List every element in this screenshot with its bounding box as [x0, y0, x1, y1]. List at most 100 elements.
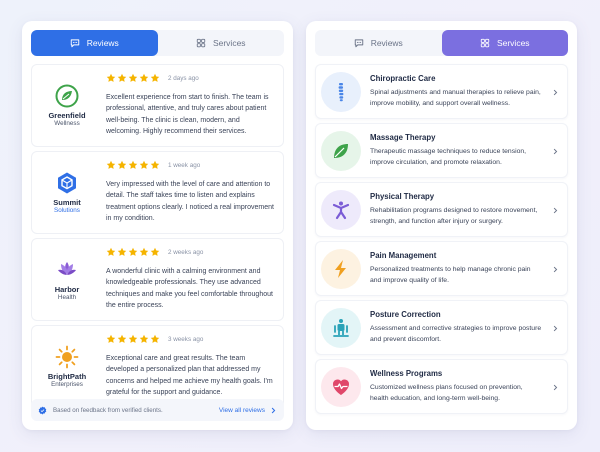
sun-icon — [55, 345, 79, 368]
chat-bubble-icon — [354, 39, 363, 48]
view-all-reviews-link[interactable]: View all reviews — [219, 407, 277, 414]
review-date: 3 weeks ago — [168, 335, 204, 343]
brand-subtitle: Enterprises — [51, 380, 83, 388]
brand-name: BrightPath — [47, 371, 87, 381]
star-icon — [139, 160, 149, 169]
tab-reviews[interactable]: Reviews — [315, 30, 442, 56]
star-icon — [117, 73, 127, 82]
brand-name: Summit — [53, 197, 81, 207]
tab-services[interactable]: Services — [441, 30, 568, 56]
service-icon-wrap — [321, 72, 361, 112]
hexagon-icon — [58, 172, 76, 194]
brand-name: Greenfield — [48, 110, 86, 120]
verified-badge-icon — [38, 406, 47, 414]
tab-services-label: Services — [496, 38, 530, 48]
star-icon — [106, 160, 116, 169]
star-rating — [106, 160, 160, 170]
review-text: Very impressed with the level of care an… — [106, 181, 274, 222]
review-meta: 1 week ago — [106, 160, 200, 170]
service-list: Chiropractic Care Spinal adjustments and… — [315, 64, 568, 418]
service-description: Spinal adjustments and manual therapies … — [370, 89, 541, 107]
brand-block: Summit Solutions — [32, 152, 102, 233]
service-icon-wrap — [321, 249, 361, 289]
footer-note: Based on feedback from verified clients. — [53, 406, 163, 414]
star-icon — [117, 160, 127, 169]
star-icon — [128, 160, 138, 169]
brand-block: BrightPath Enterprises — [32, 326, 102, 407]
service-title: Physical Therapy — [370, 192, 435, 201]
service-description: Personalized treatments to help manage c… — [370, 266, 531, 284]
grid-icon — [480, 38, 490, 48]
star-icon — [117, 334, 127, 343]
service-icon-wrap — [321, 190, 361, 230]
star-rating — [106, 334, 160, 344]
review-text: A wonderful clinic with a calming enviro… — [106, 268, 273, 309]
review-meta: 2 weeks ago — [106, 247, 203, 257]
star-icon — [106, 247, 116, 256]
star-icon — [150, 247, 160, 256]
tab-reviews-label: Reviews — [370, 38, 403, 48]
star-icon — [150, 334, 160, 343]
service-title: Posture Correction — [370, 310, 441, 319]
leaf-icon — [334, 144, 348, 158]
chevron-right-icon — [553, 384, 558, 391]
service-description: Customized wellness plans focused on pre… — [370, 384, 523, 402]
star-icon — [106, 334, 116, 343]
review-date: 2 weeks ago — [168, 248, 204, 256]
brand-subtitle: Health — [57, 293, 77, 301]
review-card: BrightPath Enterprises 3 weeks ago Excep… — [31, 325, 284, 408]
service-icon-wrap — [321, 131, 361, 171]
review-date: 2 days ago — [168, 74, 199, 82]
service-title: Massage Therapy — [370, 133, 436, 142]
chevron-right-icon — [553, 266, 558, 273]
spine-icon — [338, 83, 344, 102]
review-meta: 3 weeks ago — [106, 334, 203, 344]
star-icon — [128, 247, 138, 256]
reviews-panel: Reviews Services Greenfield Wellness 2 d… — [22, 21, 293, 430]
brand-name: Harbor — [54, 284, 80, 294]
person-stretch-icon — [332, 201, 350, 220]
service-item-pain-management[interactable]: Pain Management Personalized treatments … — [315, 241, 568, 296]
service-item-wellness-programs[interactable]: Wellness Programs Customized wellness pl… — [315, 359, 568, 414]
view-all-reviews-label: View all reviews — [218, 406, 265, 414]
brand-subtitle: Solutions — [54, 206, 80, 214]
heart-pulse-icon — [333, 379, 349, 395]
service-title: Chiropractic Care — [370, 74, 436, 83]
brand-block: Harbor Health — [32, 239, 102, 320]
service-item-massage[interactable]: Massage Therapy Therapeutic massage tech… — [315, 123, 568, 178]
service-description: Assessment and corrective strategies to … — [370, 325, 542, 343]
service-item-chiropractic[interactable]: Chiropractic Care Spinal adjustments and… — [315, 64, 568, 119]
review-text: Exceptional care and great results. The … — [106, 355, 273, 396]
service-title: Pain Management — [370, 251, 437, 260]
review-card: Summit Solutions 1 week ago Very impress… — [31, 151, 284, 234]
chevron-right-icon — [553, 325, 558, 332]
service-title: Wellness Programs — [370, 369, 443, 378]
tab-bar: Reviews Services — [315, 30, 568, 56]
service-description: Rehabilitation programs designed to rest… — [370, 207, 538, 225]
grid-icon — [196, 38, 206, 48]
tab-bar: Reviews Services — [31, 30, 284, 56]
star-rating — [106, 247, 160, 257]
star-icon — [150, 73, 160, 82]
chevron-right-icon — [271, 407, 276, 413]
services-panel: Reviews Services Chiropractic Care Spina… — [306, 21, 577, 430]
tab-services-label: Services — [212, 38, 246, 48]
star-icon — [106, 73, 116, 82]
lotus-icon — [58, 261, 76, 275]
star-icon — [128, 334, 138, 343]
star-icon — [150, 160, 160, 169]
service-item-physical-therapy[interactable]: Physical Therapy Rehabilitation programs… — [315, 182, 568, 237]
star-icon — [139, 334, 149, 343]
service-item-posture-correction[interactable]: Posture Correction Assessment and correc… — [315, 300, 568, 355]
review-card: Harbor Health 2 weeks ago A wonderful cl… — [31, 238, 284, 321]
star-rating — [106, 73, 160, 83]
tab-services[interactable]: Services — [158, 30, 285, 56]
reviews-footer: Based on feedback from verified clients.… — [31, 399, 284, 421]
chevron-right-icon — [553, 148, 558, 155]
review-list: Greenfield Wellness 2 days ago Excellent… — [31, 64, 284, 412]
tab-reviews[interactable]: Reviews — [31, 30, 158, 56]
star-icon — [128, 73, 138, 82]
brand-block: Greenfield Wellness — [32, 65, 102, 146]
brand-subtitle: Wellness — [54, 119, 80, 127]
service-icon-wrap — [321, 308, 361, 348]
